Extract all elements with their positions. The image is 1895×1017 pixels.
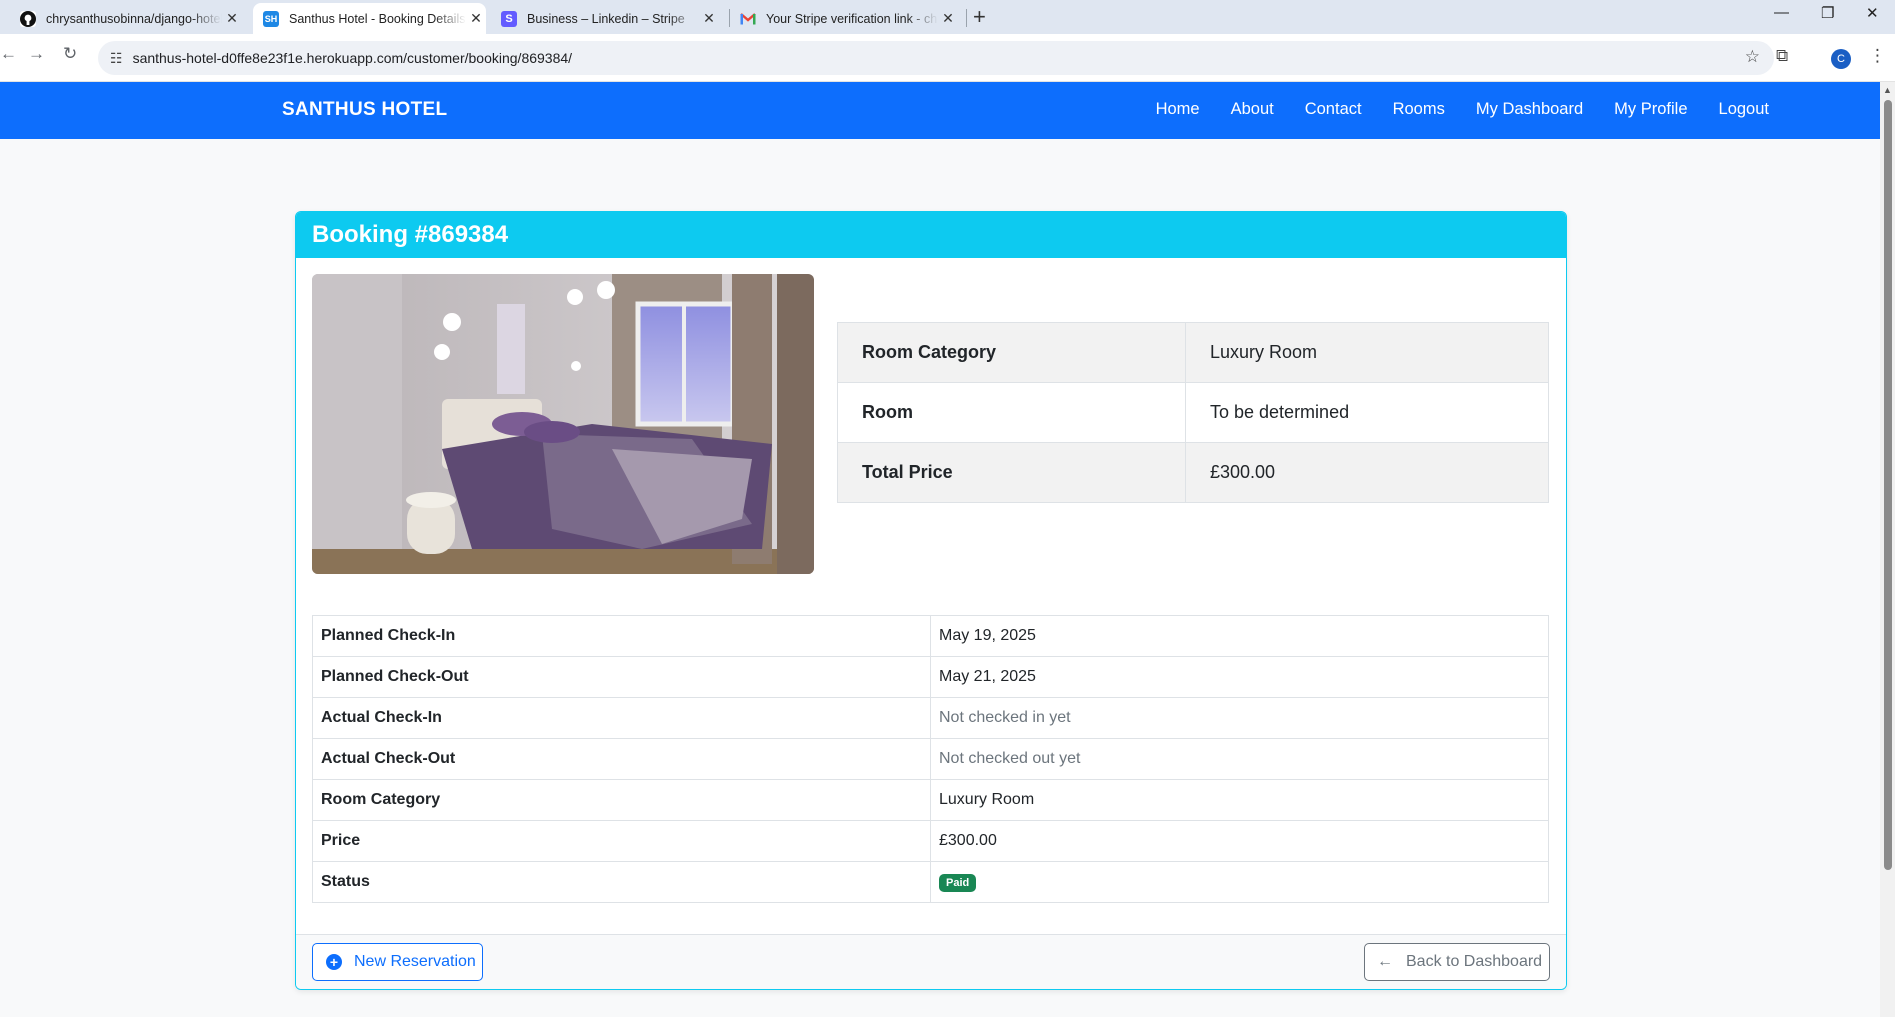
summary-label: Room Category xyxy=(837,322,1186,383)
summary-value: Luxury Room xyxy=(1185,322,1549,383)
nav-contact[interactable]: Contact xyxy=(1305,100,1362,119)
table-row: Actual Check-Out Not checked out yet xyxy=(312,738,1549,780)
new-reservation-label: New Reservation xyxy=(354,953,476,970)
tab-booking-details[interactable]: SH Santhus Hotel - Booking Details ✕ xyxy=(253,3,486,34)
detail-value: Not checked in yet xyxy=(930,697,1549,739)
booking-card-footer: + New Reservation ← Back to Dashboard xyxy=(296,934,1566,989)
page-scrollbar-thumb[interactable] xyxy=(1884,100,1892,870)
gmail-icon xyxy=(740,11,756,27)
tab-github[interactable]: chrysanthusobinna/django-hotel ✕ xyxy=(20,3,242,34)
close-window-icon[interactable]: ✕ xyxy=(1866,4,1879,22)
detail-value: May 21, 2025 xyxy=(930,656,1549,698)
santhus-hotel-favicon-icon: SH xyxy=(263,10,279,27)
detail-label: Actual Check-Out xyxy=(312,738,931,780)
nav-rooms[interactable]: Rooms xyxy=(1393,100,1445,119)
close-tab-icon[interactable]: ✕ xyxy=(222,10,242,27)
profile-avatar[interactable]: C xyxy=(1831,49,1851,69)
scroll-up-arrow-icon[interactable]: ▲ xyxy=(1883,85,1892,95)
browser-tab-strip: chrysanthusobinna/django-hotel ✕ SH Sant… xyxy=(0,0,1895,34)
site-brand[interactable]: SANTHUS HOTEL xyxy=(282,99,447,121)
url-text[interactable]: santhus-hotel-d0ffe8e23f1e.herokuapp.com… xyxy=(133,50,573,66)
table-row: Room Category Luxury Room xyxy=(312,779,1549,821)
detail-label: Status xyxy=(312,861,931,903)
detail-value: Luxury Room xyxy=(930,779,1549,821)
detail-value: £300.00 xyxy=(930,820,1549,862)
detail-label: Room Category xyxy=(312,779,931,821)
status-cell: Paid xyxy=(930,861,1549,903)
site-navbar: SANTHUS HOTEL Home About Contact Rooms M… xyxy=(0,82,1880,139)
address-bar[interactable]: ☷ santhus-hotel-d0ffe8e23f1e.herokuapp.c… xyxy=(98,41,1774,75)
booking-details-table: Planned Check-In May 19, 2025 Planned Ch… xyxy=(312,615,1549,903)
close-tab-icon[interactable]: ✕ xyxy=(466,10,486,27)
table-row: Planned Check-Out May 21, 2025 xyxy=(312,656,1549,698)
booking-title: Booking #869384 xyxy=(312,221,509,248)
menu-kebab-icon[interactable]: ⋮ xyxy=(1869,46,1886,66)
back-arrow-icon[interactable]: ← xyxy=(0,44,17,64)
minimize-icon[interactable]: — xyxy=(1774,4,1789,21)
nav-home[interactable]: Home xyxy=(1156,100,1200,119)
room-photo xyxy=(312,274,814,574)
tab-separator xyxy=(966,9,967,27)
github-icon xyxy=(20,10,36,27)
forward-arrow-icon[interactable]: → xyxy=(28,44,45,64)
table-row: Total Price £300.00 xyxy=(837,442,1549,503)
nav-my-profile[interactable]: My Profile xyxy=(1614,100,1687,119)
booking-card-header: Booking #869384 xyxy=(296,212,1566,258)
back-to-dashboard-button[interactable]: ← Back to Dashboard xyxy=(1364,943,1550,981)
site-info-icon[interactable]: ☷ xyxy=(110,50,123,67)
detail-value: May 19, 2025 xyxy=(930,615,1549,657)
new-tab-icon[interactable]: + xyxy=(973,4,986,30)
detail-label: Planned Check-In xyxy=(312,615,931,657)
table-row: Room To be determined xyxy=(837,382,1549,443)
plus-circle-icon: + xyxy=(326,954,342,970)
booking-card: Booking #869384 Room Category Luxury Roo… xyxy=(295,211,1567,990)
stripe-icon: S xyxy=(501,10,517,27)
tab-stripe[interactable]: S Business – Linkedin – Stripe ✕ xyxy=(501,3,719,34)
back-to-dashboard-label: Back to Dashboard xyxy=(1406,953,1543,970)
status-badge: Paid xyxy=(939,873,977,892)
nav-about[interactable]: About xyxy=(1231,100,1274,119)
browser-toolbar: ← → ↻ ☷ santhus-hotel-d0ffe8e23f1e.herok… xyxy=(0,34,1895,82)
nav-links: Home About Contact Rooms My Dashboard My… xyxy=(1156,100,1769,119)
tab-gmail[interactable]: Your Stripe verification link - chrysant… xyxy=(740,3,958,34)
nav-my-dashboard[interactable]: My Dashboard xyxy=(1476,100,1583,119)
reload-icon[interactable]: ↻ xyxy=(63,44,77,64)
nav-logout[interactable]: Logout xyxy=(1719,100,1769,119)
table-row: Status Paid xyxy=(312,861,1549,903)
summary-value: To be determined xyxy=(1185,382,1549,443)
bookmark-star-icon[interactable]: ☆ xyxy=(1745,47,1760,67)
table-row: Actual Check-In Not checked in yet xyxy=(312,697,1549,739)
detail-label: Price xyxy=(312,820,931,862)
table-row: Planned Check-In May 19, 2025 xyxy=(312,615,1549,657)
restore-icon[interactable]: ❐ xyxy=(1821,4,1834,22)
tab-separator xyxy=(729,9,730,27)
summary-value: £300.00 xyxy=(1185,442,1549,503)
extensions-icon[interactable]: ⧉ xyxy=(1776,46,1788,66)
detail-label: Actual Check-In xyxy=(312,697,931,739)
new-reservation-button[interactable]: + New Reservation xyxy=(312,943,483,981)
summary-label: Total Price xyxy=(837,442,1186,503)
booking-summary-table: Room Category Luxury Room Room To be det… xyxy=(837,322,1549,503)
table-row: Room Category Luxury Room xyxy=(837,322,1549,383)
arrow-left-icon: ← xyxy=(1377,953,1393,970)
detail-value: Not checked out yet xyxy=(930,738,1549,780)
close-tab-icon[interactable]: ✕ xyxy=(699,10,719,27)
close-tab-icon[interactable]: ✕ xyxy=(938,10,958,27)
summary-label: Room xyxy=(837,382,1186,443)
detail-label: Planned Check-Out xyxy=(312,656,931,698)
table-row: Price £300.00 xyxy=(312,820,1549,862)
